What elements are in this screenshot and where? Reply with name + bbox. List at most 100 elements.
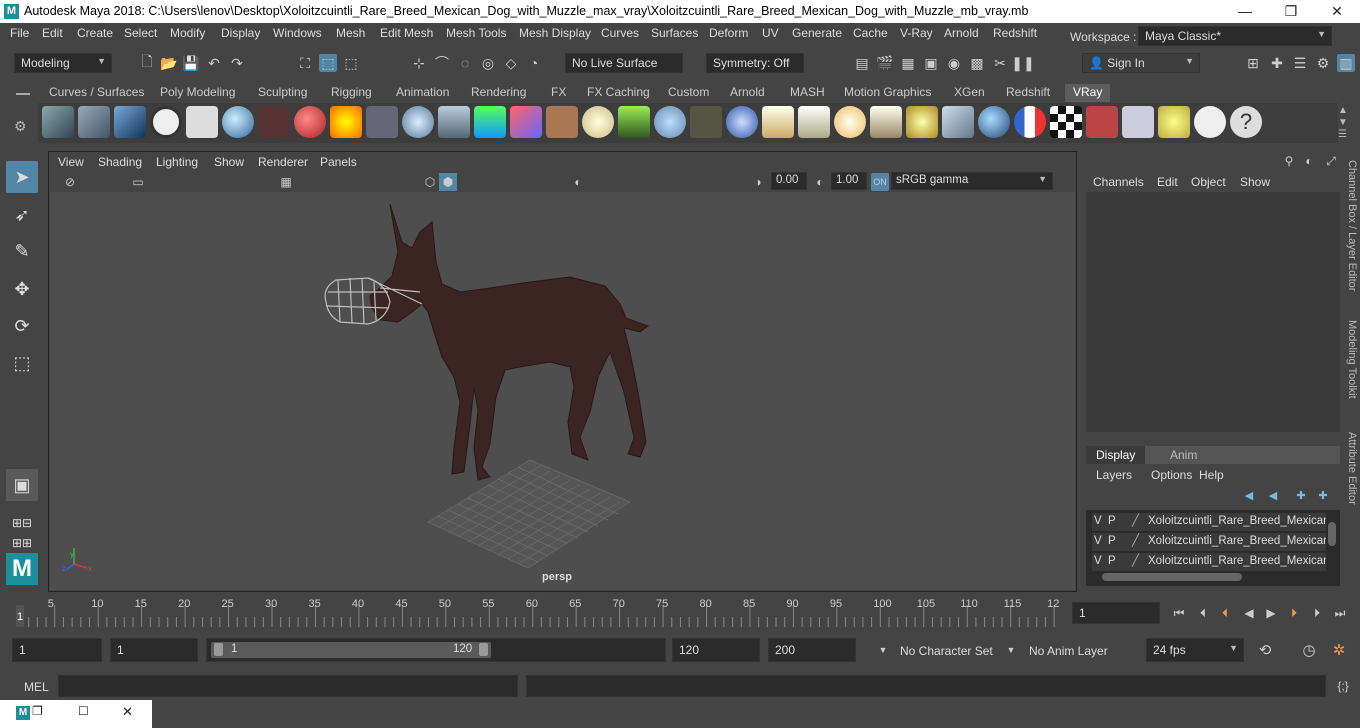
vray-spot-light-icon[interactable] [798, 106, 830, 138]
tool-settings-icon[interactable]: ⚙ [1314, 54, 1332, 72]
time-slider[interactable]: 5 10 15 20 25 30 35 40 45 50 55 60 65 70 75 80 85 90 95 100… [0, 597, 1360, 630]
workspace-dropdown[interactable]: Maya Classic* ▼ [1138, 26, 1332, 46]
shelf-gear-icon[interactable]: ⚙ [14, 118, 27, 135]
scene-end-field[interactable]: 200 [768, 638, 856, 662]
vray-help-icon[interactable]: ? [1230, 106, 1262, 138]
maximize-icon[interactable]: ☐ [78, 704, 89, 718]
vray-rect-light-icon[interactable] [762, 106, 794, 138]
menu-deform[interactable]: Deform [709, 26, 748, 40]
layer-name[interactable]: Xoloitzcuintli_Rare_Breed_Mexican [1148, 515, 1326, 527]
ipr-render-icon[interactable]: ▦ [899, 54, 917, 72]
gamma-field[interactable]: 1.00 [831, 172, 867, 190]
camera-select-icon[interactable]: ⊘ [61, 173, 79, 191]
render-view-icon[interactable]: ▣ [922, 54, 940, 72]
anim-layer-label[interactable]: No Anim Layer [1029, 644, 1108, 658]
go-to-start-icon[interactable]: ⏮ [1170, 604, 1188, 622]
tab-rendering[interactable]: Rendering [471, 84, 526, 102]
menu-surfaces[interactable]: Surfaces [651, 26, 698, 40]
pause-icon[interactable]: ❚❚ [1011, 54, 1034, 72]
maximize-button[interactable]: ❐ [1268, 0, 1314, 23]
channel-box-icon-c[interactable]: ⤢ [1322, 152, 1340, 170]
layer-row[interactable]: V P ╱ Xoloitzcuintli_Rare_Breed_Mexican [1092, 513, 1326, 531]
modeling-toolkit-icon[interactable]: ✚ [1268, 54, 1286, 72]
3d-viewport[interactable]: y x z persp [50, 192, 1075, 590]
go-to-end-icon[interactable]: ⏭ [1331, 604, 1349, 622]
outliner-icon[interactable]: ⊞ [1244, 54, 1262, 72]
layers-menu-help[interactable]: Help [1199, 468, 1224, 482]
layer-color-icon[interactable]: ╱ [1132, 553, 1139, 567]
menu-cache[interactable]: Cache [853, 26, 888, 40]
open-scene-icon[interactable]: 📂 [160, 54, 178, 72]
menu-uv[interactable]: UV [762, 26, 779, 40]
chevron-down-icon[interactable]: ▼ [874, 641, 892, 659]
channel-box-icon[interactable]: ▥ [1337, 54, 1355, 72]
live-surface-field[interactable]: No Live Surface [565, 53, 683, 73]
vray-dome-icon[interactable] [582, 106, 614, 138]
redo-icon[interactable]: ↷ [228, 54, 246, 72]
select-tool-icon[interactable]: ➤ [6, 161, 38, 193]
tab-custom[interactable]: Custom [668, 84, 709, 102]
menu-set-dropdown[interactable]: Modeling ▼ [14, 53, 112, 73]
current-time-marker[interactable]: 1 [16, 605, 24, 627]
tab-vray[interactable]: VRay [1065, 84, 1111, 102]
range-slider-handle[interactable]: 1 120 [211, 642, 491, 658]
sign-in-button[interactable]: 👤 Sign In ▼ [1082, 53, 1200, 73]
tab-mash[interactable]: MASH [790, 84, 825, 102]
auto-key-icon[interactable]: ◷ [1300, 641, 1318, 659]
anim-prefs-icon[interactable]: ✲ [1330, 641, 1348, 659]
scene-start-field[interactable]: 1 [12, 638, 102, 662]
vray-omni-light-icon[interactable] [834, 106, 866, 138]
symmetry-dropdown[interactable]: Symmetry: Off [706, 53, 804, 73]
side-tab-channel-box[interactable]: Channel Box / Layer Editor [1346, 160, 1358, 291]
menu-select[interactable]: Select [124, 26, 157, 40]
menu-vray[interactable]: V-Ray [900, 26, 933, 40]
snap-point-icon[interactable]: ◌ [456, 54, 474, 72]
vp-menu-renderer[interactable]: Renderer [258, 155, 308, 169]
vp-menu-show[interactable]: Show [214, 155, 244, 169]
vray-env-icon[interactable] [474, 106, 506, 138]
loop-icon[interactable]: ⟲ [1256, 641, 1274, 659]
menu-redshift[interactable]: Redshift [993, 26, 1037, 40]
horizontal-scrollbar[interactable] [1102, 573, 1242, 581]
snap-surface-icon[interactable]: ◇ [502, 54, 520, 72]
exposure-field[interactable]: 0.00 [771, 172, 807, 190]
anim-start-field[interactable]: 1 [110, 638, 198, 662]
tab-motion-graphics[interactable]: Motion Graphics [844, 84, 931, 102]
select-hierarchy-icon[interactable]: ⛶ [296, 54, 314, 72]
vray-mesh-light-icon[interactable] [942, 106, 974, 138]
range-start-grip[interactable] [214, 643, 223, 656]
step-back-frame-icon[interactable]: ⏴ [1194, 604, 1212, 622]
render-settings-icon[interactable]: ▤ [853, 54, 871, 72]
tab-arnold[interactable]: Arnold [730, 84, 765, 102]
vray-camera-icon[interactable] [258, 106, 290, 138]
cb-menu-edit[interactable]: Edit [1157, 175, 1178, 189]
tab-poly-modeling[interactable]: Poly Modeling [160, 84, 235, 102]
undo-icon[interactable]: ↶ [205, 54, 223, 72]
snap-vertex-icon[interactable]: ◔ [525, 54, 543, 72]
layer-playback-toggle[interactable]: P [1108, 555, 1116, 567]
vray-vfb-icon[interactable]: ▩ [968, 54, 986, 72]
shelf-handle[interactable] [16, 93, 30, 95]
exposure-icon[interactable]: ◑ [749, 173, 767, 191]
cb-menu-show[interactable]: Show [1240, 175, 1270, 189]
step-forward-frame-icon[interactable]: ⏵ [1308, 604, 1326, 622]
vray-bulb-icon[interactable] [1158, 106, 1190, 138]
layer-playback-toggle[interactable]: P [1108, 515, 1116, 527]
menu-mesh[interactable]: Mesh [336, 26, 365, 40]
vray-logo-icon[interactable] [150, 106, 182, 138]
menu-edit-mesh[interactable]: Edit Mesh [380, 26, 433, 40]
move-tool-icon[interactable]: ✥ [6, 273, 38, 305]
menu-create[interactable]: Create [77, 26, 113, 40]
channel-box-icon-b[interactable]: ◐ [1300, 152, 1318, 170]
snap-view-plane-icon[interactable]: ◎ [479, 54, 497, 72]
grid-icon[interactable]: ▦ [277, 173, 295, 191]
tab-anim[interactable]: Anim [1170, 448, 1197, 462]
vray-blue-sphere-icon[interactable] [978, 106, 1010, 138]
vray-plane-icon[interactable] [366, 106, 398, 138]
rotate-tool-icon[interactable]: ⟳ [6, 310, 38, 342]
camera-attributes-icon[interactable]: ▭ [129, 173, 147, 191]
tab-fx-caching[interactable]: FX Caching [587, 84, 650, 102]
smooth-shade-icon[interactable]: ⬢ [439, 173, 457, 191]
vray-flag-icon[interactable] [1014, 106, 1046, 138]
vray-fur-icon[interactable] [618, 106, 650, 138]
